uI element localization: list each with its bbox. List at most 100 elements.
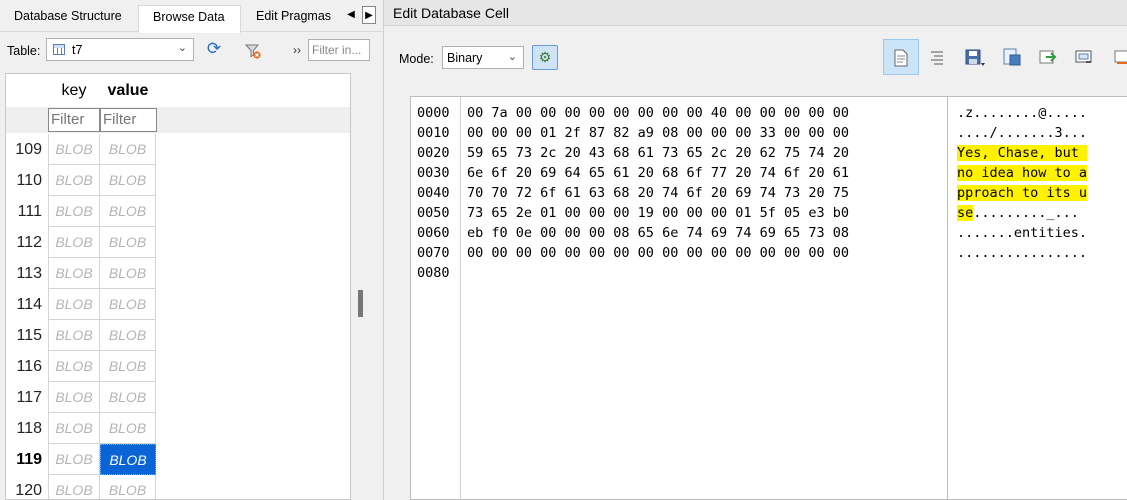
- mode-select-value: Binary: [447, 51, 483, 65]
- cell-value[interactable]: BLOB: [100, 227, 156, 258]
- hex-offset: 0010: [417, 125, 450, 141]
- table-row[interactable]: 116 BLOB BLOB: [6, 351, 158, 382]
- cell-key[interactable]: BLOB: [48, 196, 100, 227]
- hex-bytes-line[interactable]: 00 00 00 01 2f 87 82 a9 08 00 00 00 33 0…: [467, 123, 849, 143]
- ascii-line[interactable]: se........._...: [957, 203, 1079, 223]
- save-cell-icon[interactable]: [957, 39, 993, 75]
- row-number[interactable]: 112: [6, 227, 42, 258]
- cell-value[interactable]: BLOB: [100, 382, 156, 413]
- ascii-text: ........._...: [973, 205, 1079, 221]
- ascii-line[interactable]: pproach to its u: [957, 183, 1088, 203]
- cell-key[interactable]: BLOB: [48, 475, 100, 499]
- row-number[interactable]: 114: [6, 289, 42, 320]
- hex-bytes-line[interactable]: 70 70 72 6f 61 63 68 20 74 6f 20 69 74 7…: [467, 183, 849, 203]
- ascii-search-highlight: se: [957, 205, 974, 221]
- import-icon[interactable]: [1030, 39, 1066, 75]
- cell-value[interactable]: BLOB: [100, 413, 156, 444]
- cell-value[interactable]: BLOB: [100, 258, 156, 289]
- table-row[interactable]: 115 BLOB BLOB: [6, 320, 158, 351]
- cell-key[interactable]: BLOB: [48, 320, 100, 351]
- hex-offset: 0050: [417, 205, 450, 221]
- cell-key[interactable]: BLOB: [48, 165, 100, 196]
- apply-icon[interactable]: [1067, 39, 1103, 75]
- row-number[interactable]: 116: [6, 351, 42, 382]
- set-null-icon[interactable]: [1104, 39, 1127, 75]
- row-number[interactable]: 119: [6, 444, 42, 475]
- cell-value[interactable]: BLOB: [100, 165, 156, 196]
- row-number[interactable]: 111: [6, 196, 42, 227]
- clear-filters-icon[interactable]: [244, 42, 262, 60]
- table-row[interactable]: 120 BLOB BLOB: [6, 475, 158, 499]
- hex-offset: 0070: [417, 245, 450, 261]
- ascii-line[interactable]: .z........@.....: [957, 103, 1087, 123]
- mode-select[interactable]: Binary ⌄: [442, 46, 524, 69]
- cell-key[interactable]: BLOB: [48, 351, 100, 382]
- cell-value[interactable]: BLOB: [100, 351, 156, 382]
- table-row[interactable]: 117 BLOB BLOB: [6, 382, 158, 413]
- table-row[interactable]: 111 BLOB BLOB: [6, 196, 158, 227]
- cell-key[interactable]: BLOB: [48, 258, 100, 289]
- hex-bytes-line[interactable]: 59 65 73 2c 20 43 68 61 73 65 2c 20 62 7…: [467, 143, 849, 163]
- auto-switch-mode-icon[interactable]: ⚙: [532, 45, 558, 70]
- row-number[interactable]: 115: [6, 320, 42, 351]
- row-number[interactable]: 118: [6, 413, 42, 444]
- ascii-line[interactable]: no idea how to a: [957, 163, 1088, 183]
- cell-value[interactable]: BLOB: [100, 320, 156, 351]
- ascii-line[interactable]: ................: [957, 243, 1087, 263]
- row-number[interactable]: 117: [6, 382, 42, 413]
- offset-column: 0000 0010 0020 0030 0040 0050 0060 0070 0080: [411, 97, 461, 500]
- refresh-icon[interactable]: ⟳: [205, 40, 223, 59]
- ascii-line[interactable]: Yes, Chase, but: [957, 143, 1088, 163]
- table-row[interactable]: 114 BLOB BLOB: [6, 289, 158, 320]
- cell-key[interactable]: BLOB: [48, 289, 100, 320]
- table-row[interactable]: 112 BLOB BLOB: [6, 227, 158, 258]
- table-row[interactable]: 110 BLOB BLOB: [6, 165, 158, 196]
- tab-edit-pragmas[interactable]: Edit Pragmas: [242, 5, 344, 32]
- table-row[interactable]: 109 BLOB BLOB: [6, 134, 158, 165]
- table-row[interactable]: 113 BLOB BLOB: [6, 258, 158, 289]
- cell-key[interactable]: BLOB: [48, 444, 100, 475]
- filter-in-all-columns-input[interactable]: Filter in...: [308, 39, 370, 61]
- cell-value-selected[interactable]: BLOB: [100, 444, 156, 475]
- tab-browse-data[interactable]: Browse Data: [138, 5, 241, 33]
- tab-scroll-right-icon[interactable]: ▶: [362, 6, 376, 24]
- cell-value[interactable]: BLOB: [100, 134, 156, 165]
- table-row[interactable]: 119 BLOB BLOB: [6, 444, 158, 475]
- cell-value[interactable]: BLOB: [100, 289, 156, 320]
- text-view-icon[interactable]: [883, 39, 919, 75]
- hex-offset: 0080: [417, 265, 450, 281]
- hex-bytes-line[interactable]: 00 00 00 00 00 00 00 00 00 00 00 00 00 0…: [467, 243, 849, 263]
- more-toolbar-button[interactable]: ››: [293, 43, 301, 57]
- filter-input-key[interactable]: Filter: [48, 108, 100, 132]
- hex-offset: 0020: [417, 145, 450, 161]
- cell-value[interactable]: BLOB: [100, 196, 156, 227]
- mode-label: Mode:: [399, 52, 434, 66]
- hex-bytes-line[interactable]: 00 7a 00 00 00 00 00 00 00 00 40 00 00 0…: [467, 103, 849, 123]
- tab-scroll-left-icon[interactable]: ◀: [344, 6, 358, 24]
- cell-key[interactable]: BLOB: [48, 134, 100, 165]
- row-number[interactable]: 109: [6, 134, 42, 165]
- ascii-line[interactable]: ..../.......3...: [957, 123, 1087, 143]
- column-header-key[interactable]: key: [48, 74, 100, 106]
- row-number[interactable]: 110: [6, 165, 42, 196]
- table-row[interactable]: 118 BLOB BLOB: [6, 413, 158, 444]
- column-header-value[interactable]: value: [100, 74, 156, 106]
- vertical-scrollbar-handle[interactable]: [358, 290, 363, 317]
- filter-input-value[interactable]: Filter: [100, 108, 157, 132]
- cell-key[interactable]: BLOB: [48, 413, 100, 444]
- row-number[interactable]: 113: [6, 258, 42, 289]
- ascii-line[interactable]: .......entities.: [957, 223, 1087, 243]
- row-number[interactable]: 120: [6, 475, 42, 499]
- hex-editor[interactable]: 0000 0010 0020 0030 0040 0050 0060 0070 0080 00 …: [410, 96, 1127, 500]
- hex-bytes-line[interactable]: 6e 6f 20 69 64 65 61 20 68 6f 77 20 74 6…: [467, 163, 849, 183]
- cell-key[interactable]: BLOB: [48, 227, 100, 258]
- hex-bytes-line[interactable]: eb f0 0e 00 00 00 08 65 6e 74 69 74 69 6…: [467, 223, 849, 243]
- table-select[interactable]: t7 ⌄: [46, 38, 194, 61]
- hex-bytes-line[interactable]: 73 65 2e 01 00 00 00 19 00 00 00 01 5f 0…: [467, 203, 849, 223]
- main-tab-bar: Database Structure Browse Data Edit Prag…: [0, 0, 383, 33]
- tab-database-structure[interactable]: Database Structure: [0, 5, 138, 32]
- cell-key[interactable]: BLOB: [48, 382, 100, 413]
- cell-value[interactable]: BLOB: [100, 475, 156, 499]
- word-wrap-icon[interactable]: [919, 39, 955, 75]
- export-icon[interactable]: [994, 39, 1030, 75]
